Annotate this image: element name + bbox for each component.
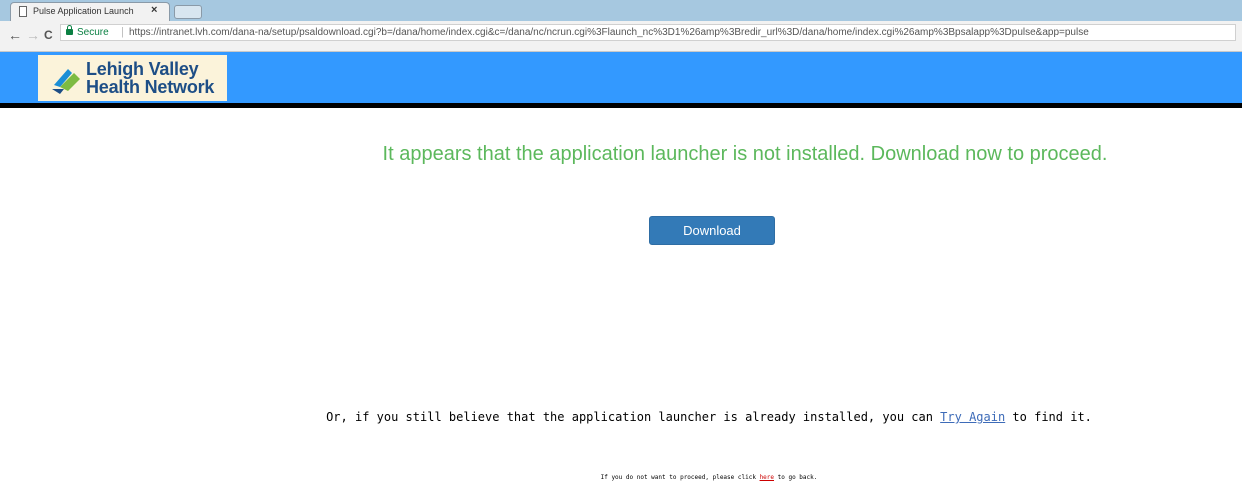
url-text[interactable]: https://intranet.lvh.com/dana-na/setup/p… — [129, 27, 1089, 38]
retry-suffix: to find it. — [1005, 410, 1092, 424]
go-back-link[interactable]: here — [760, 474, 774, 481]
lvhn-logo-icon — [52, 69, 80, 94]
retry-prefix: Or, if you still believe that the applic… — [326, 410, 941, 424]
retry-message: Or, if you still believe that the applic… — [0, 410, 1242, 424]
address-separator: | — [121, 26, 124, 38]
go-back-message: If you do not want to proceed, please cl… — [0, 474, 1242, 481]
browser-toolbar: ← → C Secure | https://intranet.lvh.com/… — [0, 21, 1242, 52]
close-tab-icon[interactable]: × — [151, 4, 157, 16]
document-icon — [19, 6, 27, 17]
tab-title: Pulse Application Launch — [33, 6, 134, 16]
page-headline: It appears that the application launcher… — [382, 143, 1108, 165]
lock-icon — [66, 25, 73, 35]
goback-suffix: to go back. — [774, 474, 818, 481]
download-button[interactable]: Download — [649, 216, 775, 245]
site-logo[interactable]: Lehigh Valley Health Network — [38, 55, 227, 101]
secure-label: Secure — [77, 27, 109, 38]
address-bar[interactable]: Secure | https://intranet.lvh.com/dana-n… — [60, 24, 1236, 41]
tab-strip: Pulse Application Launch × — [0, 0, 1242, 21]
new-tab-button[interactable] — [174, 5, 202, 19]
back-icon[interactable]: ← — [8, 27, 22, 43]
try-again-link[interactable]: Try Again — [940, 410, 1005, 424]
forward-icon[interactable]: → — [26, 27, 40, 43]
reload-icon[interactable]: C — [44, 28, 53, 42]
header-divider — [0, 103, 1242, 108]
logo-line2: Health Network — [86, 77, 215, 97]
browser-tab[interactable]: Pulse Application Launch × — [10, 2, 170, 21]
goback-prefix: If you do not want to proceed, please cl… — [600, 474, 760, 481]
